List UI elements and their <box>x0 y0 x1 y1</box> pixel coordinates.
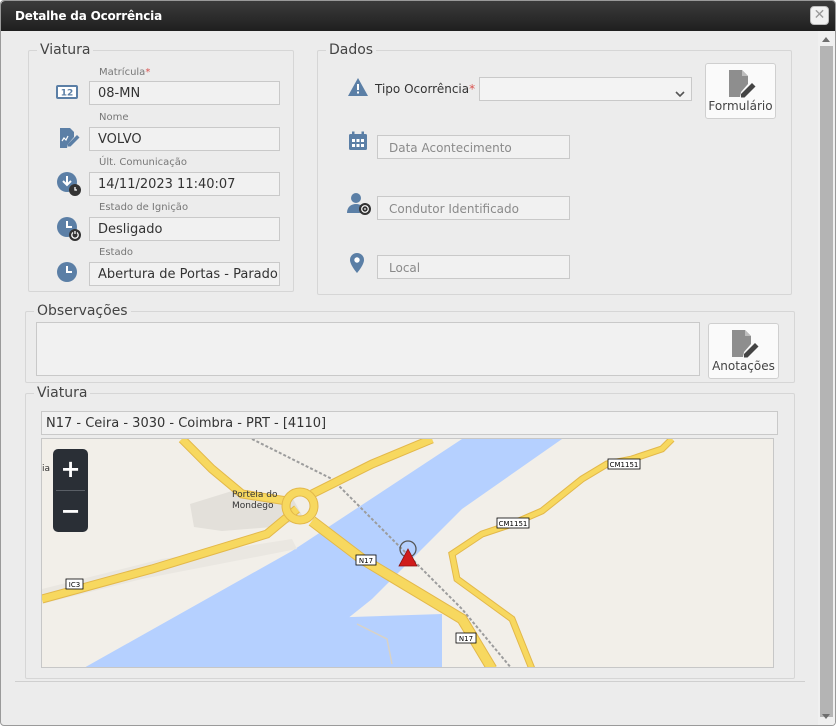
tipo-ocorrencia-select[interactable] <box>479 77 692 101</box>
map-canvas[interactable]: ia Portela do Mondego N17 N17 IC3 CM1151… <box>42 439 774 668</box>
formulario-button[interactable]: Formulário <box>705 63 776 119</box>
viatura-legend: Viatura <box>40 42 91 58</box>
estado-ignicao-label: Estado de Ignição <box>99 202 189 213</box>
svg-text:CM1151: CM1151 <box>499 520 528 528</box>
scroll-up-arrow-icon[interactable] <box>822 37 830 42</box>
ignition-power-icon <box>56 216 81 241</box>
observacoes-legend: Observações <box>37 303 128 319</box>
title-bar: Detalhe da Ocorrência ✕ <box>1 1 835 31</box>
anotacoes-label: Anotações <box>712 359 775 373</box>
road-label-cm1151-a: CM1151 <box>496 517 530 529</box>
road-label-cm1151-b: CM1151 <box>607 458 641 470</box>
annotation-edit-icon <box>729 329 763 363</box>
zoom-in-button[interactable]: + <box>53 449 88 490</box>
svg-text:N17: N17 <box>359 557 373 565</box>
observacoes-textarea[interactable] <box>36 322 700 376</box>
road-label-n17-a: N17 <box>355 554 377 566</box>
nome-field: VOLVO <box>89 127 280 151</box>
edit-document-icon <box>57 126 81 150</box>
clock-icon <box>56 261 80 285</box>
road-label-ic3: IC3 <box>65 578 84 590</box>
vertical-scrollbar[interactable] <box>818 31 835 725</box>
location-map[interactable]: ia Portela do Mondego N17 N17 IC3 CM1151… <box>41 438 774 668</box>
svg-text:12: 12 <box>61 89 74 99</box>
nome-label: Nome <box>99 112 129 123</box>
dialog-title: Detalhe da Ocorrência <box>15 9 162 23</box>
zoom-out-button[interactable]: − <box>53 491 88 532</box>
close-button[interactable]: ✕ <box>810 6 829 25</box>
map-edge-text: ia <box>42 464 50 474</box>
driver-identified-icon <box>347 192 371 216</box>
condutor-identificado-field[interactable]: Condutor Identificado <box>377 196 570 220</box>
matricula-field: 08-MN <box>89 81 280 105</box>
chevron-down-icon[interactable] <box>675 83 685 102</box>
svg-text:CM1151: CM1151 <box>610 461 639 469</box>
matricula-label: Matrícula* <box>99 67 151 78</box>
calendar-icon <box>348 131 372 155</box>
svg-text:N17: N17 <box>459 635 473 643</box>
svg-text:IC3: IC3 <box>69 581 80 589</box>
formulario-label: Formulário <box>708 99 773 113</box>
anotacoes-button[interactable]: Anotações <box>708 323 779 379</box>
road-label-n17-b: N17 <box>455 632 477 644</box>
local-field[interactable]: Local <box>377 255 570 279</box>
address-field: N17 - Ceira - 3030 - Coimbra - PRT - [41… <box>41 411 778 435</box>
license-plate-icon: 12 <box>55 83 79 107</box>
dados-legend: Dados <box>329 42 374 58</box>
data-acontecimento-field[interactable]: Data Acontecimento <box>377 135 570 159</box>
close-icon[interactable]: ✕ <box>814 7 826 23</box>
estado-label: Estado <box>99 247 134 258</box>
form-edit-icon <box>726 69 760 103</box>
location-pin-icon <box>349 252 373 276</box>
scrollbar-thumb[interactable] <box>820 46 833 717</box>
footer-divider <box>15 681 805 682</box>
estado-field: Abertura de Portas - Parado <box>89 262 280 286</box>
estado-ignicao-field: Desligado <box>89 217 280 241</box>
scroll-down-arrow-icon[interactable] <box>822 714 830 719</box>
communication-clock-icon <box>56 171 81 196</box>
map-place-label-2: Mondego <box>232 501 274 511</box>
occurrence-detail-dialog: Detalhe da Ocorrência ✕ Viatura Matrícul… <box>0 0 836 726</box>
map-zoom-control: + − <box>53 449 88 532</box>
map-place-label-1: Portela do <box>232 490 278 500</box>
ultima-comunicacao-field: 14/11/2023 11:40:07 <box>89 172 280 196</box>
ultima-comunicacao-label: Últ. Comunicação <box>99 157 188 168</box>
map-legend: Viatura <box>37 385 88 401</box>
tipo-ocorrencia-label: Tipo Ocorrência* <box>375 82 476 96</box>
warning-icon <box>347 77 371 101</box>
